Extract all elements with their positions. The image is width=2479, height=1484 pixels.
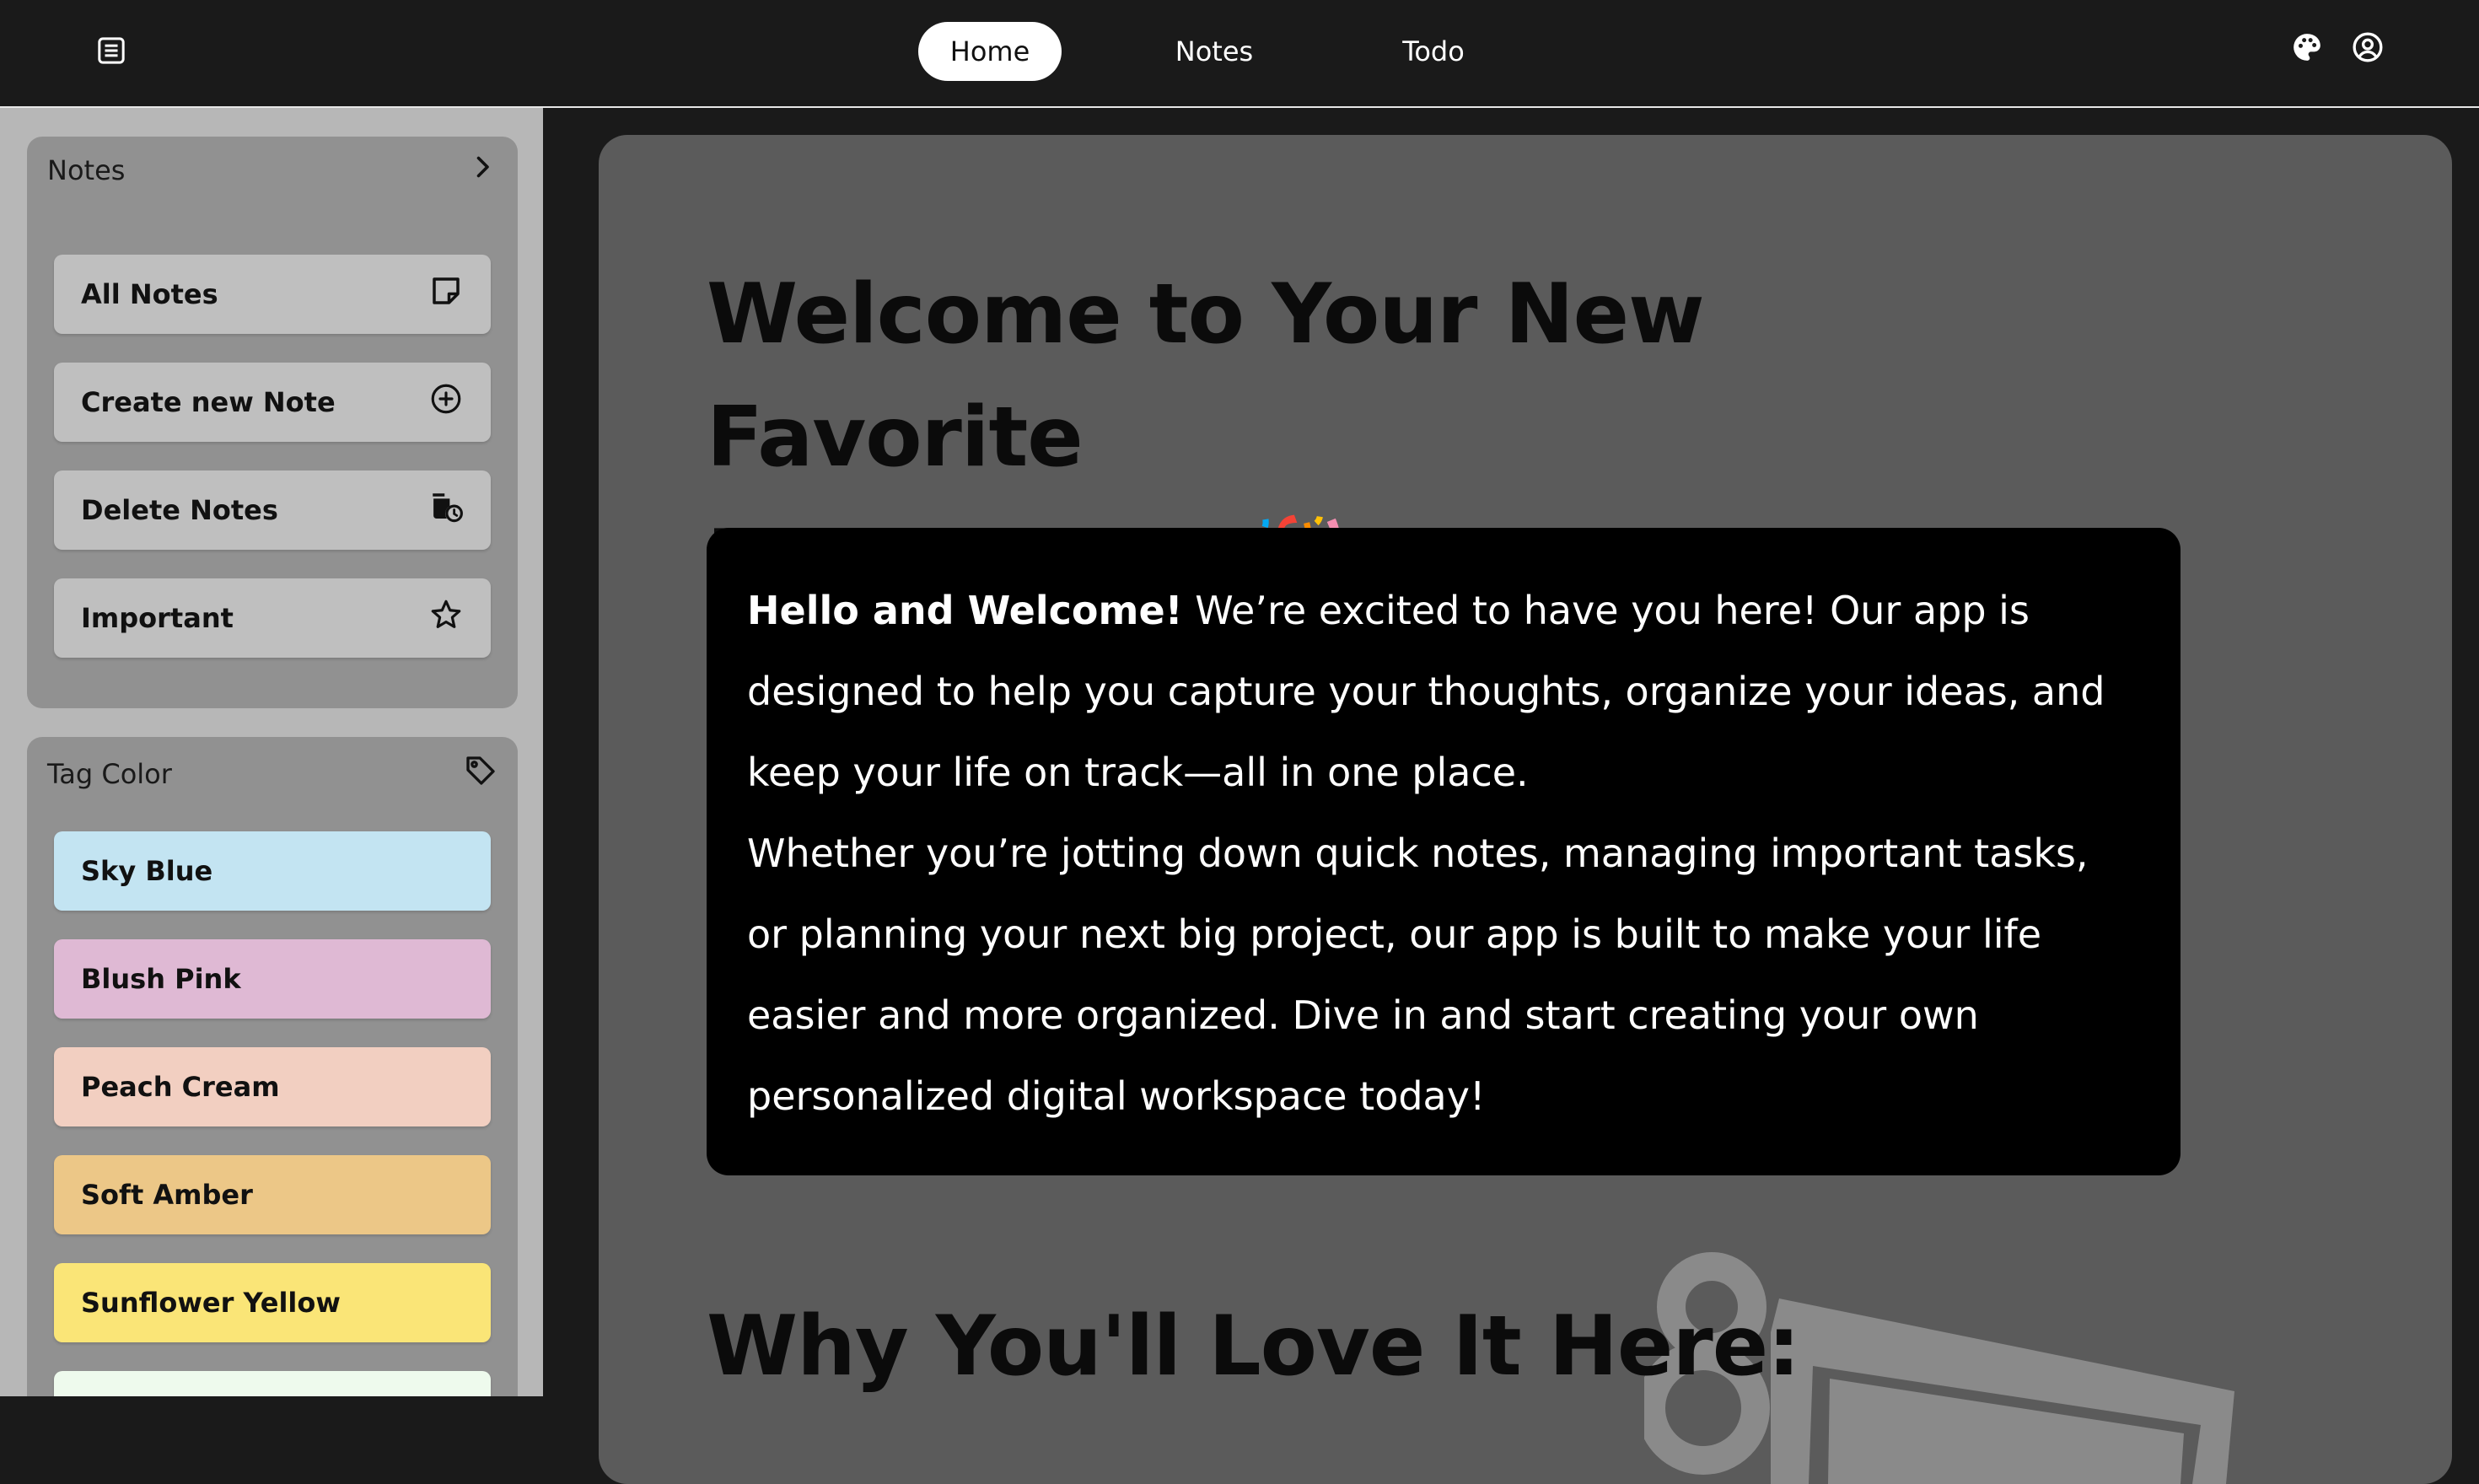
sidebar: Notes All Notes Create new Note Delete N… xyxy=(0,108,545,1396)
chevron-right-icon[interactable] xyxy=(467,152,497,189)
sidebar-item-label: All Notes xyxy=(81,278,218,310)
tag-peach-cream[interactable]: Peach Cream xyxy=(54,1047,491,1126)
sidebar-item-important[interactable]: Important xyxy=(54,578,491,658)
tag-color-panel-header: Tag Color xyxy=(47,740,497,808)
tag-blush-pink[interactable]: Blush Pink xyxy=(54,939,491,1019)
tag-sunflower-yellow[interactable]: Sunflower Yellow xyxy=(54,1263,491,1342)
tag-sky-blue[interactable]: Sky Blue xyxy=(54,831,491,911)
tag-label: Peach Cream xyxy=(81,1071,280,1103)
sidebar-item-all-notes[interactable]: All Notes xyxy=(54,255,491,334)
tag-color-panel-title: Tag Color xyxy=(47,758,172,790)
tag-label: Sunflower Yellow xyxy=(81,1287,341,1319)
palette-icon[interactable] xyxy=(2290,30,2324,64)
sidebar-item-create-note[interactable]: Create new Note xyxy=(54,363,491,442)
tag-label: Sky Blue xyxy=(81,855,213,887)
user-circle-icon[interactable] xyxy=(2351,30,2385,64)
welcome-paragraph-1: Hello and Welcome! We’re excited to have… xyxy=(747,570,2140,813)
delete-clock-icon xyxy=(428,489,464,531)
notes-panel-title: Notes xyxy=(47,154,126,186)
sidebar-item-label: Delete Notes xyxy=(81,494,278,526)
tag-label: Soft Amber xyxy=(81,1179,253,1211)
welcome-message-box: Hello and Welcome! We’re excited to have… xyxy=(707,528,2181,1175)
tag-color-panel: Tag Color Sky Blue Blush Pink Peach Crea… xyxy=(27,737,518,1396)
tag-icon[interactable] xyxy=(464,754,497,794)
tag-label: Blush Pink xyxy=(81,963,241,995)
plus-circle-icon xyxy=(428,381,464,423)
section-title: Why You'll Love It Here: xyxy=(707,1298,1800,1395)
sidebar-item-delete-notes[interactable]: Delete Notes xyxy=(54,470,491,550)
welcome-paragraph-2: Whether you’re jotting down quick notes,… xyxy=(747,831,2089,1119)
main-content-card: Welcome to Your New Favorite Notes App! … xyxy=(599,135,2452,1484)
sidebar-item-label: Important xyxy=(81,602,234,634)
note-icon xyxy=(428,273,464,315)
tab-notes[interactable]: Notes xyxy=(1147,22,1282,81)
top-navbar: Home Notes Todo xyxy=(0,0,2479,108)
notes-panel-header[interactable]: Notes xyxy=(47,137,497,204)
tag-mint[interactable] xyxy=(54,1371,491,1396)
tab-home[interactable]: Home xyxy=(918,22,1062,81)
star-icon xyxy=(428,597,464,639)
welcome-bold-text: Hello and Welcome! xyxy=(747,588,1183,633)
sidebar-item-label: Create new Note xyxy=(81,386,336,418)
tag-soft-amber[interactable]: Soft Amber xyxy=(54,1155,491,1234)
page-title-line-1: Welcome to Your New Favorite xyxy=(707,266,1705,486)
notes-panel: Notes All Notes Create new Note Delete N… xyxy=(27,137,518,708)
tab-todo[interactable]: Todo xyxy=(1366,22,1501,81)
list-icon[interactable] xyxy=(94,34,128,67)
